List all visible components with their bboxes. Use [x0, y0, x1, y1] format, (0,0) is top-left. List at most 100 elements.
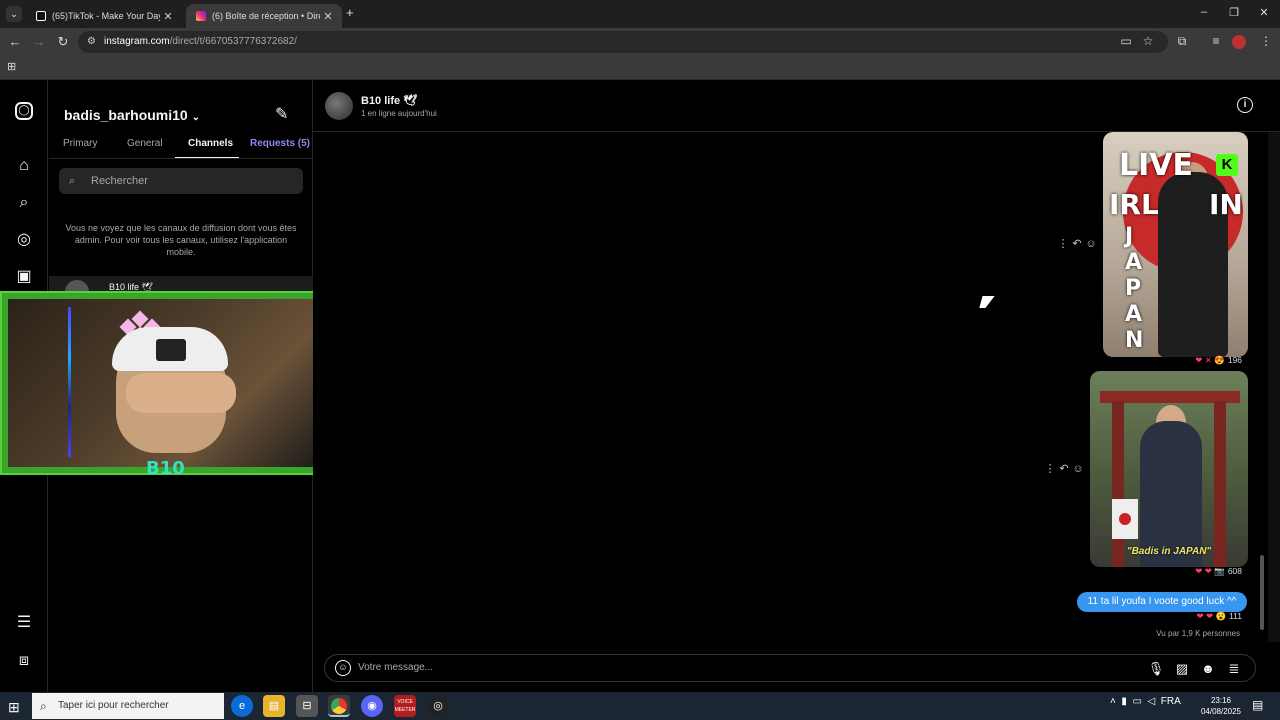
message-bubble[interactable]: 11 ta lil youfa I voote good luck ^^: [1077, 592, 1247, 612]
close-icon[interactable]: ✕: [160, 10, 176, 23]
instagram-logo-icon[interactable]: ◯: [15, 102, 33, 120]
speaker-icon[interactable]: ◁: [1148, 696, 1156, 707]
extensions-icon[interactable]: ⧉: [1174, 34, 1190, 49]
reply-icon[interactable]: ↶: [1070, 237, 1084, 250]
reels-icon[interactable]: ▣: [14, 267, 34, 287]
account-switcher[interactable]: badis_barhoumi10 ⌄: [64, 107, 200, 123]
chat-status: 1 en ligne aujourd'hui: [361, 109, 437, 118]
new-tab-button[interactable]: +: [346, 5, 354, 20]
system-tray: ˄ ▮ ▭ ◁ FRA: [1110, 696, 1181, 707]
browser-tab-strip: ⌄ (65)TikTok - Make Your Day ✕ (6) Boîte…: [0, 0, 1280, 28]
network-icon[interactable]: ▭: [1132, 696, 1141, 707]
emoji-picker-icon[interactable]: ☺: [335, 660, 351, 676]
notifications-icon[interactable]: ▤: [1252, 698, 1263, 712]
tab-requests[interactable]: Requests (5): [250, 138, 310, 149]
apps-grid-icon[interactable]: ⊞: [7, 60, 16, 73]
media-control-icon[interactable]: ≡: [1208, 34, 1224, 48]
restore-icon[interactable]: ❐: [1224, 6, 1244, 19]
tab-channels[interactable]: Channels: [188, 138, 233, 149]
compose-message-icon[interactable]: ✎: [275, 104, 288, 124]
reaction-summary[interactable]: ❤ ❤ 📷 608: [1160, 566, 1242, 578]
close-icon[interactable]: ✕: [320, 10, 336, 23]
streamer-hands: [126, 373, 236, 413]
cast-icon[interactable]: ▭: [1118, 34, 1134, 48]
search-icon[interactable]: ⌕: [14, 193, 34, 213]
site-info-icon[interactable]: ⚙: [87, 31, 96, 53]
reload-icon[interactable]: ↻: [54, 34, 72, 50]
reaction-emojis: ❤ ❤ 📷: [1195, 566, 1225, 576]
bookmark-star-icon[interactable]: ☆: [1140, 34, 1156, 48]
avatar[interactable]: [325, 92, 353, 120]
overlay-text-live: LIVE: [1119, 148, 1193, 183]
obs-icon[interactable]: ◎: [427, 695, 449, 717]
webcam-overlay: [0, 291, 328, 475]
chrome-icon[interactable]: [328, 695, 350, 717]
microphone-icon[interactable]: 🎙: [1147, 660, 1165, 678]
tab-general[interactable]: General: [127, 138, 163, 149]
shared-post-media[interactable]: LIVE IRL IN JAPAN K: [1103, 132, 1248, 357]
cap-logo: [156, 339, 186, 361]
sticker-icon[interactable]: ☻: [1199, 660, 1217, 678]
forward-icon[interactable]: →: [30, 34, 48, 49]
mic-tray-icon[interactable]: ▮: [1121, 696, 1127, 707]
url-path: /direct/t/6670537776372682/: [169, 36, 297, 47]
more-menu-icon[interactable]: ☰: [14, 613, 34, 633]
react-emoji-icon[interactable]: ☺: [1084, 238, 1098, 250]
explore-compass-icon[interactable]: ◎: [14, 230, 34, 250]
image-upload-icon[interactable]: ▨: [1173, 660, 1191, 678]
search-icon: ⌕: [40, 699, 47, 713]
more-dots-icon[interactable]: ⋮: [1056, 237, 1070, 250]
voicemeeter-icon[interactable]: VOICE MEETER: [394, 695, 416, 717]
shared-post-media[interactable]: "Badis in JAPAN": [1090, 371, 1248, 567]
react-emoji-icon[interactable]: ☺: [1071, 463, 1085, 475]
overlay-text-irl: IRL: [1109, 188, 1159, 221]
info-icon[interactable]: i: [1237, 97, 1253, 113]
overlay-text-japan: JAPAN: [1125, 224, 1144, 353]
menu-dots-icon[interactable]: ⋮: [1258, 34, 1274, 48]
reaction-summary[interactable]: ❤ ❤ 😮 111: [1160, 611, 1242, 623]
kick-badge: K: [1216, 154, 1238, 176]
profile-avatar[interactable]: [1232, 35, 1246, 49]
reply-icon[interactable]: ↶: [1057, 462, 1071, 475]
menu-lines-icon[interactable]: ≣: [1225, 660, 1243, 678]
tab-divider: [49, 158, 313, 159]
tab-search-button[interactable]: ⌄: [6, 6, 22, 22]
message-actions: ⋮ ↶ ☺: [1056, 237, 1098, 250]
scrollbar-thumb[interactable]: [1260, 555, 1264, 630]
more-dots-icon[interactable]: ⋮: [1043, 462, 1057, 475]
clock[interactable]: 23:16 04/08/2025: [1200, 695, 1242, 717]
reaction-summary[interactable]: ❤ ✕ 😍 196: [1160, 355, 1242, 367]
message-actions: ⋮ ↶ ☺: [1043, 462, 1085, 475]
search-placeholder: Rechercher: [91, 175, 148, 187]
tab-tiktok[interactable]: (65)TikTok - Make Your Day ✕: [26, 4, 182, 28]
back-icon[interactable]: ←: [6, 34, 24, 49]
tab-instagram[interactable]: (6) Boîte de réception • Direct ✕: [186, 4, 342, 28]
chat-title[interactable]: B10 life 🕊: [361, 94, 417, 107]
tiktok-icon: [36, 11, 46, 21]
taskbar-search-placeholder: Taper ici pour rechercher: [58, 700, 169, 711]
windows-taskbar: ⊞ ⌕ Taper ici pour rechercher e ▤ ⊟ ◉ VO…: [0, 692, 1280, 720]
tab-primary[interactable]: Primary: [63, 138, 97, 149]
clock-time: 23:16: [1210, 696, 1232, 705]
discord-icon[interactable]: ◉: [361, 695, 383, 717]
username-label: badis_barhoumi10: [64, 107, 188, 123]
seen-by-label[interactable]: Vu par 1,9 K personnes: [1100, 629, 1240, 638]
edge-icon[interactable]: e: [231, 695, 253, 717]
threads-meta-icon[interactable]: ⧈: [14, 651, 34, 671]
reaction-emojis: ❤ ✕ 😍: [1195, 355, 1225, 365]
tab-title: (65)TikTok - Make Your Day: [52, 11, 160, 21]
language-indicator[interactable]: FRA: [1161, 696, 1181, 707]
store-icon[interactable]: ⊟: [296, 695, 318, 717]
scrollbar-track[interactable]: [1268, 132, 1280, 642]
message-composer[interactable]: ☺ Votre message... 🎙 ▨ ☻ ≣: [324, 654, 1256, 682]
taskbar-search[interactable]: ⌕ Taper ici pour rechercher: [32, 693, 224, 719]
address-bar[interactable]: ⚙ instagram.com/direct/t/667053777637268…: [78, 31, 1168, 53]
window-close-icon[interactable]: ✕: [1254, 6, 1274, 19]
tray-chevron-icon[interactable]: ˄: [1110, 696, 1116, 707]
minimize-icon[interactable]: –: [1194, 6, 1214, 18]
file-explorer-icon[interactable]: ▤: [263, 695, 285, 717]
search-input[interactable]: ⌕ Rechercher: [59, 168, 303, 194]
home-icon[interactable]: ⌂: [14, 156, 34, 176]
chat-header: B10 life 🕊 1 en ligne aujourd'hui i: [313, 80, 1280, 132]
windows-start-icon[interactable]: ⊞: [8, 699, 20, 716]
